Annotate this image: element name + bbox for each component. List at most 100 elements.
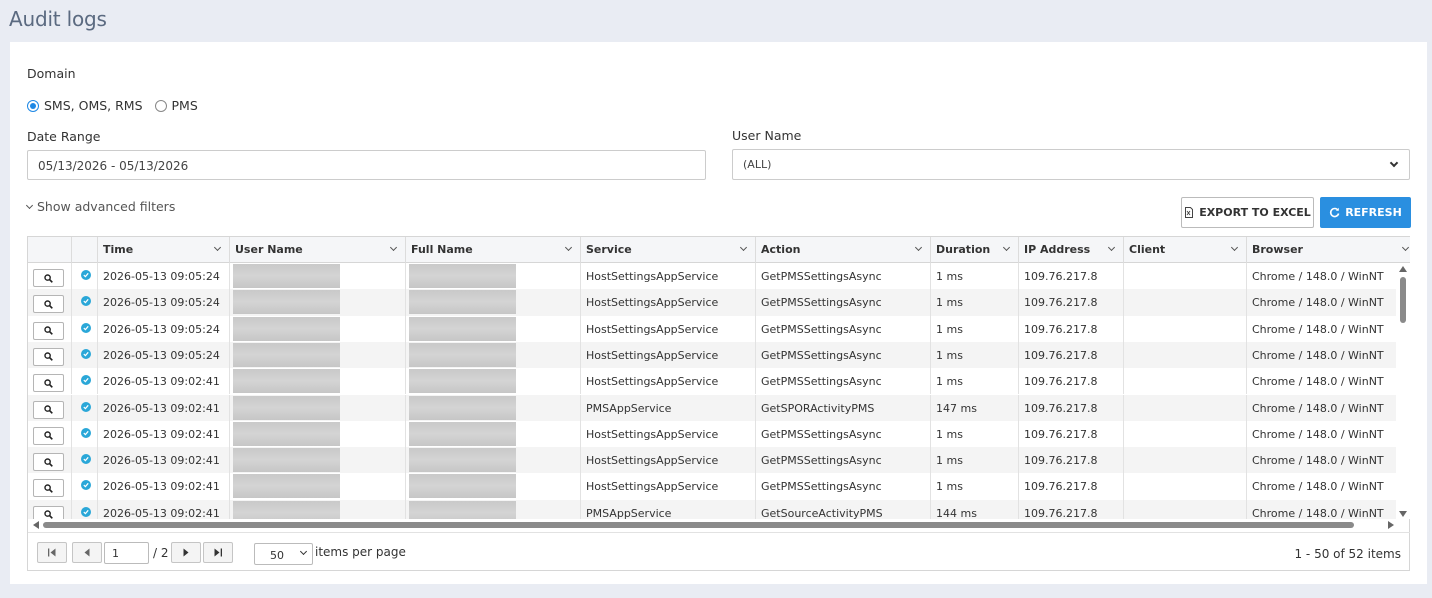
duration-cell: 144 ms xyxy=(931,499,1019,519)
service-cell: HostSettingsAppService xyxy=(581,473,756,500)
table-row[interactable]: 2026-05-13 09:02:41 PMSAppService GetSourc… xyxy=(28,499,1396,519)
client-cell xyxy=(1124,420,1247,448)
refresh-button[interactable]: REFRESH xyxy=(1320,197,1411,228)
header-ip-address[interactable]: IP Address xyxy=(1019,237,1124,263)
scroll-right-icon[interactable] xyxy=(1388,521,1394,529)
redacted-block xyxy=(409,395,516,420)
status-cell xyxy=(72,341,98,369)
header-time[interactable]: Time xyxy=(98,237,230,263)
domain-option-label: SMS, OMS, RMS xyxy=(44,98,143,113)
chevron-down-icon[interactable] xyxy=(1002,243,1011,252)
domain-option-pms[interactable]: PMS xyxy=(154,98,198,113)
search-icon xyxy=(44,273,53,283)
scroll-thumb[interactable] xyxy=(43,522,1354,528)
export-to-excel-button[interactable]: EXPORT TO EXCEL xyxy=(1181,197,1314,228)
header-duration[interactable]: Duration xyxy=(931,237,1019,263)
header-action[interactable]: Action xyxy=(756,237,931,263)
browser-cell: Chrome / 148.0 / WinNT xyxy=(1252,296,1384,310)
first-page-icon xyxy=(48,548,56,557)
user-name-cell xyxy=(230,473,406,500)
redacted-block xyxy=(409,421,516,446)
chevron-down-icon[interactable] xyxy=(213,243,222,252)
user-name-select[interactable]: (ALL) xyxy=(732,149,1410,180)
client-cell xyxy=(1124,315,1247,342)
search-icon xyxy=(44,484,53,493)
chevron-down-icon[interactable] xyxy=(1230,243,1239,252)
table-row[interactable]: 2026-05-13 09:02:41 HostSettingsAppServic… xyxy=(28,473,1396,500)
view-details-button[interactable] xyxy=(33,479,64,498)
redacted-block xyxy=(233,474,340,499)
next-page-button[interactable] xyxy=(171,542,201,563)
table-row[interactable]: 2026-05-13 09:02:41 PMSAppService GetSPORA… xyxy=(28,394,1396,421)
table-row[interactable]: 2026-05-13 09:05:24 HostSettingsAppServic… xyxy=(28,289,1396,316)
vertical-scrollbar[interactable] xyxy=(1396,263,1410,519)
horizontal-scrollbar[interactable] xyxy=(28,519,1410,532)
chevron-down-icon[interactable] xyxy=(739,243,748,252)
success-check-icon xyxy=(81,348,91,359)
header-full-name[interactable]: Full Name xyxy=(406,237,581,263)
page-number-input[interactable]: 1 xyxy=(104,542,149,564)
redacted-block xyxy=(409,448,516,473)
user-name-cell xyxy=(230,420,406,448)
page-size-select[interactable]: 50 xyxy=(254,543,313,565)
scroll-left-icon[interactable] xyxy=(33,521,39,529)
details-cell xyxy=(28,420,72,448)
view-details-button[interactable] xyxy=(33,269,64,287)
view-details-button[interactable] xyxy=(33,374,64,393)
chevron-down-icon[interactable] xyxy=(1107,243,1116,252)
browser-cell: Chrome / 148.0 / WinNT xyxy=(1252,322,1384,336)
table-row[interactable]: 2026-05-13 09:05:24 HostSettingsAppServic… xyxy=(28,315,1396,342)
browser-cell: Chrome / 148.0 / WinNT xyxy=(1252,427,1384,441)
success-check-icon xyxy=(81,480,91,491)
view-details-button[interactable] xyxy=(33,400,64,419)
grid-header: Time User Name Full Name Service Action … xyxy=(28,237,1410,263)
chevron-down-icon[interactable] xyxy=(914,243,923,252)
domain-option-sms-oms-rms[interactable]: SMS, OMS, RMS xyxy=(27,98,143,113)
service-cell: PMSAppService xyxy=(581,499,756,519)
header-status-col xyxy=(72,237,98,263)
view-details-button[interactable] xyxy=(33,321,64,340)
redacted-block xyxy=(233,316,340,341)
details-cell xyxy=(28,289,72,316)
time-cell: 2026-05-13 09:02:41 xyxy=(98,420,230,448)
scroll-down-icon[interactable] xyxy=(1399,511,1407,517)
chevron-down-icon[interactable] xyxy=(564,243,573,252)
previous-page-button[interactable] xyxy=(72,542,102,563)
view-details-button[interactable] xyxy=(33,426,64,445)
table-row[interactable]: 2026-05-13 09:02:41 HostSettingsAppServic… xyxy=(28,447,1396,474)
view-details-button[interactable] xyxy=(33,505,64,519)
ip-cell: 109.76.217.8 xyxy=(1019,499,1124,519)
ip-cell: 109.76.217.8 xyxy=(1019,289,1124,316)
show-advanced-filters-link[interactable]: Show advanced filters xyxy=(25,199,175,214)
view-details-button[interactable] xyxy=(33,295,64,314)
user-name-cell xyxy=(230,315,406,342)
header-label: Full Name xyxy=(411,243,473,256)
redacted-block xyxy=(233,264,340,288)
first-page-button[interactable] xyxy=(37,542,67,563)
full-name-cell xyxy=(406,420,581,448)
table-row[interactable]: 2026-05-13 09:05:24 HostSettingsAppServic… xyxy=(28,341,1396,369)
header-user-name[interactable]: User Name xyxy=(230,237,406,263)
scroll-up-icon[interactable] xyxy=(1399,266,1407,272)
client-cell xyxy=(1124,368,1247,395)
table-row[interactable]: 2026-05-13 09:02:41 HostSettingsAppServic… xyxy=(28,420,1396,448)
browser-cell: Chrome / 148.0 / WinNT xyxy=(1252,270,1384,283)
header-label: Client xyxy=(1129,243,1166,256)
header-client[interactable]: Client xyxy=(1124,237,1247,263)
view-details-button[interactable] xyxy=(33,453,64,472)
view-details-button[interactable] xyxy=(33,347,64,366)
last-page-button[interactable] xyxy=(203,542,233,563)
table-row[interactable]: 2026-05-13 09:02:41 HostSettingsAppServic… xyxy=(28,368,1396,395)
duration-cell: 1 ms xyxy=(931,447,1019,474)
client-cell xyxy=(1124,341,1247,369)
redacted-block xyxy=(233,421,340,446)
full-name-cell xyxy=(406,447,581,474)
chevron-down-icon[interactable] xyxy=(1401,243,1410,252)
header-service[interactable]: Service xyxy=(581,237,756,263)
chevron-down-icon[interactable] xyxy=(389,243,398,252)
scroll-thumb[interactable] xyxy=(1400,277,1406,323)
date-range-input[interactable]: 05/13/2026 - 05/13/2026 xyxy=(27,150,706,180)
ip-cell: 109.76.217.8 xyxy=(1019,447,1124,474)
table-row[interactable]: 2026-05-13 09:05:24 HostSettingsAppServic… xyxy=(28,263,1396,290)
header-browser[interactable]: Browser xyxy=(1247,237,1410,263)
